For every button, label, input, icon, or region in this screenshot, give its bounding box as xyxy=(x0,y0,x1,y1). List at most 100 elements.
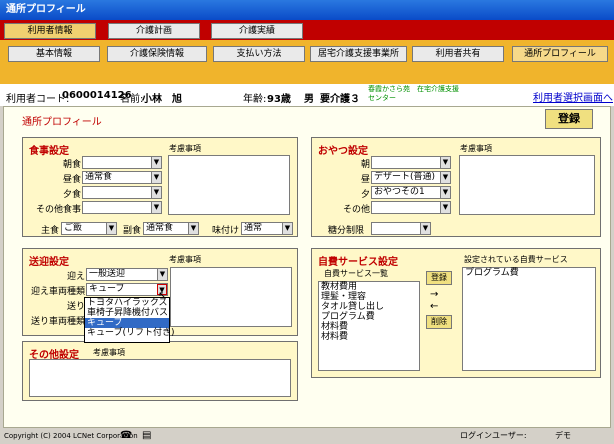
chevron-down-icon[interactable]: ▼ xyxy=(420,223,430,234)
user-code-label: 利用者コード: xyxy=(6,94,70,105)
transport-title: 送迎設定 xyxy=(29,257,69,268)
selfpay-title: 自費サービス設定 xyxy=(318,257,398,268)
user-select-link[interactable]: 利用者選択画面へ xyxy=(533,89,613,104)
snack-noon-select[interactable]: デザート(普通) ▼ xyxy=(371,171,451,184)
transport-note-textarea[interactable] xyxy=(170,267,292,327)
dropdown-option-selected[interactable]: キューブ xyxy=(85,318,169,328)
tab-user-share[interactable]: 利用者共有 xyxy=(412,46,504,62)
vehicle-dropdown-list[interactable]: トヨタハイラックス 車椅子昇降機付バス キューブ キューブ(リフト付き) xyxy=(84,297,174,343)
snack-other-select[interactable]: ▼ xyxy=(371,201,451,214)
list-item[interactable]: プログラム費 xyxy=(463,268,595,278)
list-item[interactable]: 教材費用 xyxy=(319,282,419,292)
snack-note-textarea[interactable] xyxy=(459,155,595,215)
snack-morning-select[interactable]: ▼ xyxy=(371,156,451,169)
tab-insurance-info[interactable]: 介護保険情報 xyxy=(107,46,207,62)
list-item[interactable]: 理髪・理容 xyxy=(319,292,419,302)
side-dish-label: 副食 xyxy=(122,226,141,236)
other-panel: その他設定 考慮事項 xyxy=(22,341,298,401)
page-title: 通所プロフィール xyxy=(22,117,102,128)
dropdown-option[interactable]: トヨタハイラックス xyxy=(85,298,169,308)
care-record-button[interactable]: 介護実績 xyxy=(211,23,303,39)
sugar-limit-label: 糖分制限 xyxy=(327,226,364,236)
tab-care-support-office[interactable]: 居宅介護支援事業所 xyxy=(310,46,407,62)
selfpay-list-label: 自費サービス一覧 xyxy=(324,269,388,278)
arrow-left-icon: ← xyxy=(430,301,439,312)
dropoff-vehicle-label: 送り車両種類 xyxy=(30,317,85,327)
top-nav: 利用者情報 介護計画 介護実績 xyxy=(0,20,614,40)
breakfast-label: 朝食 xyxy=(62,160,81,170)
gender-value: 男 xyxy=(304,94,314,105)
chevron-down-icon[interactable]: ▼ xyxy=(188,223,198,234)
lunch-label: 昼食 xyxy=(62,175,81,185)
snack-morning-label: 朝 xyxy=(360,160,370,170)
side-dish-select[interactable]: 通常食 ▼ xyxy=(143,222,199,235)
user-info-button[interactable]: 利用者情報 xyxy=(4,23,96,39)
snack-note-label: 考慮事項 xyxy=(460,144,492,153)
status-bar: Copyright (C) 2004 LCNet Corporation ☎ ▤… xyxy=(0,428,614,444)
chevron-down-icon[interactable]: ▼ xyxy=(151,202,161,213)
copyright-text: Copyright (C) 2004 LCNet Corporation xyxy=(4,432,138,440)
meal-panel: 食事設定 考慮事項 朝食 ▼ 昼食 通常食 ▼ 夕食 ▼ その他食事 ▼ 主食 ご… xyxy=(22,137,298,237)
chevron-down-icon[interactable]: ▼ xyxy=(151,157,161,168)
transport-note-label: 考慮事項 xyxy=(169,255,201,264)
snack-title: おやつ設定 xyxy=(318,146,368,157)
add-service-button[interactable]: 登録 xyxy=(426,271,452,285)
main-content: 通所プロフィール 登録 食事設定 考慮事項 朝食 ▼ 昼食 通常食 ▼ 夕食 ▼ … xyxy=(3,106,611,428)
chevron-down-icon[interactable]: ▼ xyxy=(440,202,450,213)
sugar-limit-select[interactable]: ▼ xyxy=(371,222,431,235)
book-icon: ▤ xyxy=(142,430,152,441)
chevron-down-icon[interactable]: ▼ xyxy=(157,269,167,280)
dinner-select[interactable]: ▼ xyxy=(82,186,162,199)
name-value: 小林 旭 xyxy=(142,94,182,105)
chevron-down-icon[interactable]: ▼ xyxy=(151,187,161,198)
other-note-textarea[interactable] xyxy=(29,359,291,397)
tab-basic-info[interactable]: 基本情報 xyxy=(8,46,100,62)
meal-note-label: 考慮事項 xyxy=(169,144,201,153)
tab-band-lower xyxy=(0,66,614,84)
chevron-down-icon[interactable]: ▼ xyxy=(440,172,450,183)
snack-panel: おやつ設定 考慮事項 朝 ▼ 昼 デザート(普通) ▼ 夕 おやつその1 ▼ その他… xyxy=(311,137,601,237)
chevron-down-icon[interactable]: ▼ xyxy=(106,223,116,234)
list-item[interactable]: プログラム費 xyxy=(319,312,419,322)
seasoning-select[interactable]: 通常 ▼ xyxy=(241,222,293,235)
chevron-down-icon[interactable]: ▼ xyxy=(151,172,161,183)
staple-select[interactable]: ご飯 ▼ xyxy=(61,222,117,235)
login-user-label: ログインユーザー: xyxy=(460,431,527,440)
tab-payment-method[interactable]: 支払い方法 xyxy=(213,46,305,62)
snack-evening-label: 夕 xyxy=(360,190,370,200)
selfpay-list[interactable]: 教材費用 理髪・理容 タオル貸し出し プログラム費 材料費 材料費 xyxy=(318,281,420,371)
snack-other-label: その他 xyxy=(342,205,370,215)
tab-bar: 基本情報 介護保険情報 支払い方法 居宅介護支援事業所 利用者共有 通所プロフィ… xyxy=(0,40,614,66)
age-label: 年齢: xyxy=(243,94,267,105)
chevron-down-icon[interactable]: ▼ xyxy=(282,223,292,234)
facility-name: 春霞かさら苑 在宅介護支援センター xyxy=(368,85,459,102)
list-item[interactable]: 材料費 xyxy=(319,322,419,332)
pickup-vehicle-select[interactable]: キューブ ▼ xyxy=(86,283,168,296)
chevron-down-icon[interactable]: ▼ xyxy=(440,187,450,198)
dropdown-option[interactable]: 車椅子昇降機付バス xyxy=(85,308,169,318)
snack-evening-select[interactable]: おやつその1 ▼ xyxy=(371,186,451,199)
lunch-select[interactable]: 通常食 ▼ xyxy=(82,171,162,184)
tab-day-service-profile[interactable]: 通所プロフィール xyxy=(512,46,608,62)
dropoff-label: 送り xyxy=(66,302,85,312)
seasoning-label: 味付け xyxy=(211,226,239,236)
configured-service-list[interactable]: プログラム費 xyxy=(462,267,596,371)
chevron-down-icon[interactable]: ▼ xyxy=(440,157,450,168)
other-meal-select[interactable]: ▼ xyxy=(82,201,162,214)
delete-service-button[interactable]: 削除 xyxy=(426,315,452,329)
dropdown-option[interactable]: キューブ(リフト付き) xyxy=(85,328,174,338)
register-button[interactable]: 登録 xyxy=(545,109,593,129)
care-plan-button[interactable]: 介護計画 xyxy=(108,23,200,39)
list-item[interactable]: タオル貸し出し xyxy=(319,302,419,312)
staple-label: 主食 xyxy=(40,226,59,236)
snack-noon-label: 昼 xyxy=(360,175,370,185)
pickup-vehicle-label: 迎え車両種類 xyxy=(30,287,85,297)
meal-note-textarea[interactable] xyxy=(168,155,290,215)
phone-icon: ☎ xyxy=(120,430,133,441)
pickup-select[interactable]: 一般送迎 ▼ xyxy=(86,268,168,281)
configured-list-label: 設定されている自費サービス xyxy=(464,255,568,264)
pickup-label: 迎え xyxy=(66,272,85,282)
list-item[interactable]: 材料費 xyxy=(319,332,419,342)
breakfast-select[interactable]: ▼ xyxy=(82,156,162,169)
mouse-cursor-icon: ↖ xyxy=(158,289,168,302)
